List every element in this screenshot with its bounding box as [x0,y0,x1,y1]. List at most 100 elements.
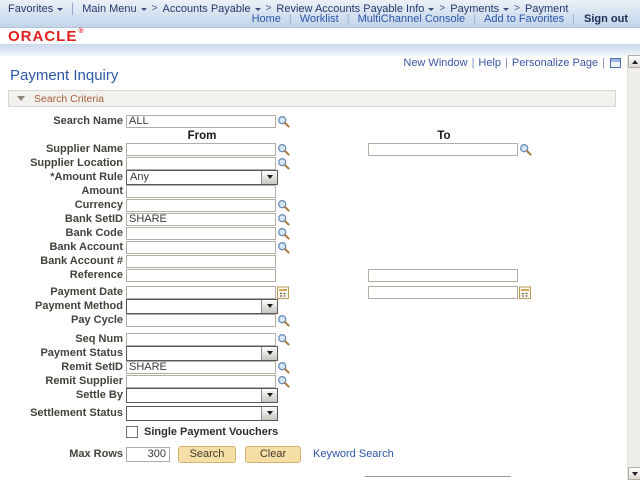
page-action-help[interactable]: Help [478,57,501,69]
lower-section-divider [365,476,511,477]
remit-supplier-lookup-icon[interactable] [277,375,290,388]
scroll-up-button[interactable] [628,55,640,68]
reference-input[interactable] [126,269,276,282]
currency-lookup-icon[interactable] [277,199,290,212]
to-payment-date-calendar-icon[interactable] [519,286,531,299]
to-supplier-name-input[interactable] [368,143,518,156]
breadcrumb-item-main-menu[interactable]: Main Menu [82,3,146,15]
from-column-label: From [126,130,278,142]
pay-cycle-input[interactable] [126,314,276,327]
header-link-separator: | [473,13,476,25]
supplier-location-lookup-icon[interactable] [277,157,290,170]
payment-method-row: Payment Method [0,299,617,313]
settlement-status-select[interactable] [126,406,278,421]
payment-date-calendar-icon[interactable] [277,286,289,299]
pay-cycle-lookup-icon[interactable] [277,314,290,327]
amount-rule-dropdown-button[interactable] [261,171,277,184]
seq-num-from-cell [126,333,368,346]
header-link-add-to-favorites[interactable]: Add to Favorites [484,13,564,25]
amount-from-cell [126,185,368,198]
currency-row: Currency [0,198,617,212]
payment-method-dropdown-button[interactable] [261,300,277,313]
search-name-input[interactable] [126,115,276,128]
supplier-name-lookup-icon[interactable] [277,143,290,156]
favorites-menu-label: Favorites [8,3,53,15]
settlement-status-dropdown-button[interactable] [261,407,277,420]
supplier-name-input[interactable] [126,143,276,156]
remit-setid-input[interactable] [126,361,276,374]
clear-button[interactable]: Clear [245,446,301,463]
amount-row: Amount [0,184,617,198]
payment-status-label: Payment Status [0,347,126,359]
bank-account-from-cell [126,255,368,268]
seq-num-lookup-icon[interactable] [277,333,290,346]
scroll-up-icon [632,60,638,64]
single-payment-vouchers-checkbox[interactable] [126,426,138,438]
to-payment-date-input[interactable] [368,286,518,299]
personalize-layout-icon[interactable] [610,58,621,68]
logo-trademark: ® [78,28,84,35]
page-action-separator: | [472,57,475,69]
remit-supplier-input[interactable] [126,375,276,388]
seq-num-input[interactable] [126,333,276,346]
bank-account-input[interactable] [126,241,276,254]
to-supplier-name-lookup-icon[interactable] [519,143,532,156]
payment-status-select[interactable] [126,346,278,361]
reference-label: Reference [0,269,126,281]
supplier-location-label: Supplier Location [0,157,126,169]
remit-setid-lookup-icon[interactable] [277,361,290,374]
amount-rule-select[interactable]: Any [126,170,278,185]
page-action-new-window[interactable]: New Window [403,57,467,69]
bank-account-input[interactable] [126,255,276,268]
bank-setid-lookup-icon[interactable] [277,213,290,226]
keyword-search-link[interactable]: Keyword Search [313,448,394,460]
payment-status-dropdown-button[interactable] [261,347,277,360]
settle-by-dropdown-button[interactable] [261,389,277,402]
amount-input[interactable] [126,185,276,198]
to-reference-input[interactable] [368,269,518,282]
to-column-label: To [368,130,520,142]
header-gradient-band [0,44,640,56]
header-link-multichannel-console[interactable]: MultiChannel Console [358,13,466,25]
remit-setid-label: Remit SetID [0,361,126,373]
bank-account-from-cell [126,241,368,254]
bank-setid-input[interactable] [126,213,276,226]
payment-method-select[interactable] [126,299,278,314]
payment-date-input[interactable] [126,286,276,299]
remit-supplier-from-cell [126,375,368,388]
search-criteria-section-header[interactable]: Search Criteria [8,90,616,107]
bank-code-lookup-icon[interactable] [277,227,290,240]
currency-input[interactable] [126,199,276,212]
page-action-personalize-page[interactable]: Personalize Page [512,57,598,69]
vertical-scrollbar[interactable] [627,55,640,480]
settle-by-select[interactable] [126,388,278,403]
chevron-down-icon [267,175,273,179]
section-title: Search Criteria [34,93,104,105]
supplier-location-input[interactable] [126,157,276,170]
header-link-separator: | [347,13,350,25]
search-name-lookup-icon[interactable] [277,115,290,128]
pay-cycle-label: Pay Cycle [0,314,126,326]
page-title: Payment Inquiry [10,67,118,84]
remit-setid-row: Remit SetID [0,360,617,374]
remit-setid-from-cell [126,361,368,374]
max-rows-input[interactable] [126,447,170,462]
bank-account-lookup-icon[interactable] [277,241,290,254]
header-link-worklist[interactable]: Worklist [300,13,339,25]
search-button[interactable]: Search [178,446,236,463]
bank-setid-row: Bank SetID [0,212,617,226]
supplier-location-from-cell [126,157,368,170]
favorites-menu[interactable]: Favorites [8,3,63,15]
bank-code-from-cell [126,227,368,240]
supplier-name-to-cell [368,143,532,156]
bank-account-label: Bank Account [0,241,126,253]
scroll-down-button[interactable] [628,467,640,480]
amount-rule-row: *Amount RuleAny [0,170,617,184]
chevron-down-icon [267,304,273,308]
header-link-home[interactable]: Home [252,13,281,25]
scroll-down-icon [632,472,638,476]
bank-code-input[interactable] [126,227,276,240]
chevron-down-icon [255,8,261,11]
chevron-down-icon [57,8,63,11]
sign-out-link[interactable]: Sign out [584,13,628,25]
